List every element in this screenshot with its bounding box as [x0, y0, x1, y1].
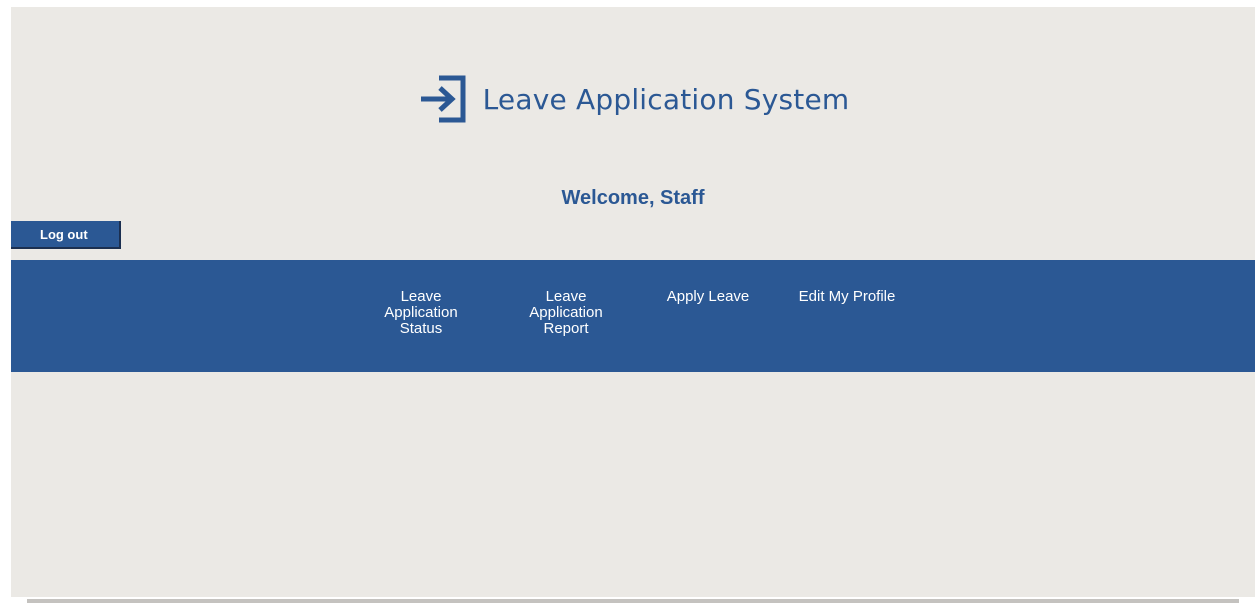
nav-item-leave-application-report[interactable]: Leave Application Report: [511, 289, 621, 337]
nav-item-apply-leave[interactable]: Apply Leave: [653, 289, 763, 305]
app-header: Leave Application System: [11, 69, 1255, 129]
nav-item-edit-my-profile[interactable]: Edit My Profile: [792, 289, 902, 305]
main-nav: Leave Application Status Leave Applicati…: [11, 260, 1255, 372]
horizontal-scrollbar[interactable]: [27, 599, 1239, 603]
app-title: Leave Application System: [482, 82, 850, 116]
nav-item-leave-application-status[interactable]: Leave Application Status: [366, 289, 476, 337]
logout-button[interactable]: Log out: [11, 221, 121, 249]
page-container: Leave Application System Welcome, Staff …: [11, 7, 1255, 603]
login-arrow-icon: [420, 75, 466, 123]
welcome-message: Welcome, Staff: [561, 187, 705, 209]
